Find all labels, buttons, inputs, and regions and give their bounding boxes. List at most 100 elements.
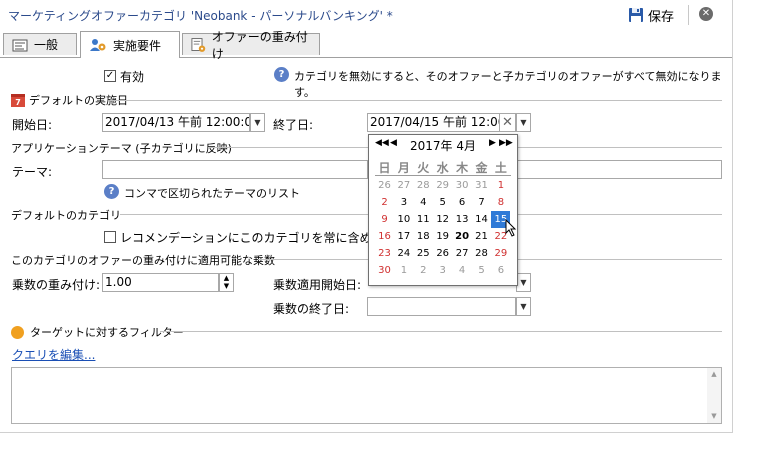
tab-general[interactable]: 一般 — [3, 33, 77, 55]
calendar-day[interactable]: 27 — [394, 177, 413, 194]
multiplier-stepper[interactable]: ▲ ▼ — [219, 273, 234, 292]
next-year-icon[interactable]: ▶▶ — [499, 138, 513, 148]
theme-label: テーマ: — [12, 165, 53, 179]
calendar-day[interactable]: 31 — [472, 177, 491, 194]
calendar-day[interactable]: 16 — [375, 228, 394, 245]
multiplier-start-dropdown-button[interactable]: ▼ — [516, 273, 531, 292]
weight-section-heading: このカテゴリのオファーの重み付けに適用可能な乗数 — [11, 254, 275, 267]
enabled-label: 有効 — [120, 70, 145, 84]
calendar-day[interactable]: 23 — [375, 245, 394, 262]
calendar-day[interactable]: 1 — [394, 262, 413, 279]
clear-date-icon[interactable]: ✕ — [500, 113, 516, 132]
end-date-dropdown-button[interactable]: ▼ — [516, 113, 531, 132]
date-picker-popup: ◀◀ ◀ 2017年 4月 ▶ ▶▶ 日月火水木金土 26 27 28 29 30 31 1… — [368, 134, 518, 286]
multiplier-end-label: 乗数の終了日: — [273, 302, 350, 316]
calendar-day[interactable]: 26 — [375, 177, 394, 194]
general-icon — [12, 39, 28, 51]
calendar-day[interactable]: 4 — [453, 262, 472, 279]
calendar-day[interactable]: 26 — [433, 245, 452, 262]
multiplier-end-dropdown-button[interactable]: ▼ — [516, 297, 531, 316]
calendar-day[interactable]: 27 — [453, 245, 472, 262]
calendar-day[interactable]: 29 — [491, 245, 510, 262]
theme-section-heading: アプリケーションテーマ (子カテゴリに反映) — [11, 142, 232, 155]
theme-field-tail[interactable] — [516, 160, 722, 179]
calendar-day[interactable]: 30 — [375, 262, 394, 279]
calendar-day[interactable]: 2 — [375, 194, 394, 211]
always-include-checkbox[interactable] — [104, 231, 116, 243]
weekday-header: 月 — [397, 161, 410, 175]
calendar-day[interactable]: 4 — [414, 194, 433, 211]
save-label: 保存 — [648, 9, 675, 25]
calendar-day[interactable]: 5 — [472, 262, 491, 279]
help-icon: ? — [274, 67, 289, 82]
calendar-day[interactable]: 6 — [453, 194, 472, 211]
theme-field[interactable] — [102, 160, 368, 179]
section-divider — [516, 214, 722, 215]
calendar-day[interactable]: 11 — [414, 211, 433, 228]
multiplier-field[interactable]: 1.00 — [102, 273, 219, 292]
start-date-label: 開始日: — [12, 118, 53, 132]
calendar-day[interactable]: 8 — [491, 194, 510, 211]
section-divider — [258, 259, 368, 260]
prev-month-icon[interactable]: ◀ — [390, 138, 397, 148]
calendar-day[interactable]: 6 — [491, 262, 510, 279]
section-divider — [516, 147, 722, 148]
weekday-header: 木 — [456, 161, 469, 175]
weight-settings-icon — [191, 37, 206, 52]
calendar-day[interactable]: 18 — [414, 228, 433, 245]
calendar-day[interactable]: 28 — [414, 177, 433, 194]
calendar-day[interactable]: 30 — [453, 177, 472, 194]
calendar-day[interactable]: 9 — [375, 211, 394, 228]
enabled-checkbox[interactable]: ✓ — [104, 70, 116, 82]
scrollbar[interactable]: ▲ ▼ — [707, 368, 721, 423]
end-date-field[interactable]: 2017/04/15 午前 12:00:00 — [367, 113, 500, 132]
edit-query-link[interactable]: クエリを編集... — [12, 346, 95, 363]
weekday-header: 土 — [494, 161, 507, 175]
help-icon: ? — [104, 184, 119, 199]
multiplier-label: 乗数の重み付け: — [12, 278, 101, 292]
window-title: マーケティングオファーカテゴリ 'Neobank - パーソナルバンキング' * — [8, 9, 393, 23]
calendar-day[interactable]: 20 — [453, 228, 472, 245]
always-include-label: レコメンデーションにこのカテゴリを常に含める — [120, 231, 384, 245]
calendar-day[interactable]: 25 — [414, 245, 433, 262]
enabled-help-text: カテゴリを無効にすると、そのオファーと子カテゴリのオファーがすべて無効になります… — [294, 70, 722, 99]
calendar-day[interactable]: 2 — [414, 262, 433, 279]
calendar-day[interactable]: 14 — [472, 211, 491, 228]
calendar-day[interactable]: 1 — [491, 177, 510, 194]
save-button[interactable]: 保存 — [628, 5, 674, 25]
calendar-day[interactable]: 19 — [433, 228, 452, 245]
section-divider — [110, 100, 722, 101]
offer-category-window: マーケティングオファーカテゴリ 'Neobank - パーソナルバンキング' *… — [0, 0, 733, 433]
tab-eligibility-label: 実施要件 — [113, 38, 162, 53]
calendar-day[interactable]: 12 — [433, 211, 452, 228]
start-date-field[interactable]: 2017/04/13 午前 12:00:00 — [102, 113, 250, 132]
query-preview-area[interactable]: ▲ ▼ — [11, 367, 722, 424]
section-divider — [208, 147, 368, 148]
calendar-header: ◀◀ ◀ 2017年 4月 ▶ ▶▶ — [369, 135, 517, 155]
multiplier-start-label: 乗数適用開始日: — [273, 278, 362, 292]
filter-heading: ターゲットに対するフィルター — [30, 326, 184, 339]
tab-offer-weight[interactable]: オファーの重み付け — [182, 30, 320, 61]
calendar-day[interactable]: 7 — [472, 194, 491, 211]
tab-eligibility[interactable]: 実施要件 — [80, 31, 180, 58]
calendar-day[interactable]: 10 — [394, 211, 413, 228]
calendar-day[interactable]: 3 — [394, 194, 413, 211]
next-month-icon[interactable]: ▶ — [489, 138, 496, 148]
toolbar-separator — [688, 5, 689, 25]
multiplier-end-field[interactable] — [367, 297, 516, 316]
prev-year-icon[interactable]: ◀◀ — [375, 138, 389, 148]
calendar-day[interactable]: 28 — [472, 245, 491, 262]
calendar-day[interactable]: 3 — [433, 262, 452, 279]
section-divider — [160, 331, 722, 332]
end-date-label: 終了日: — [273, 118, 314, 132]
calendar-day[interactable]: 29 — [433, 177, 452, 194]
start-date-dropdown-button[interactable]: ▼ — [250, 113, 265, 132]
calendar-day[interactable]: 17 — [394, 228, 413, 245]
filter-icon — [11, 325, 24, 339]
calendar-day[interactable]: 13 — [453, 211, 472, 228]
calendar-day[interactable]: 21 — [472, 228, 491, 245]
calendar-day[interactable]: 24 — [394, 245, 413, 262]
close-icon[interactable]: ✕ — [699, 7, 713, 21]
calendar-day[interactable]: 5 — [433, 194, 452, 211]
title-bar: マーケティングオファーカテゴリ 'Neobank - パーソナルバンキング' *… — [0, 0, 732, 30]
